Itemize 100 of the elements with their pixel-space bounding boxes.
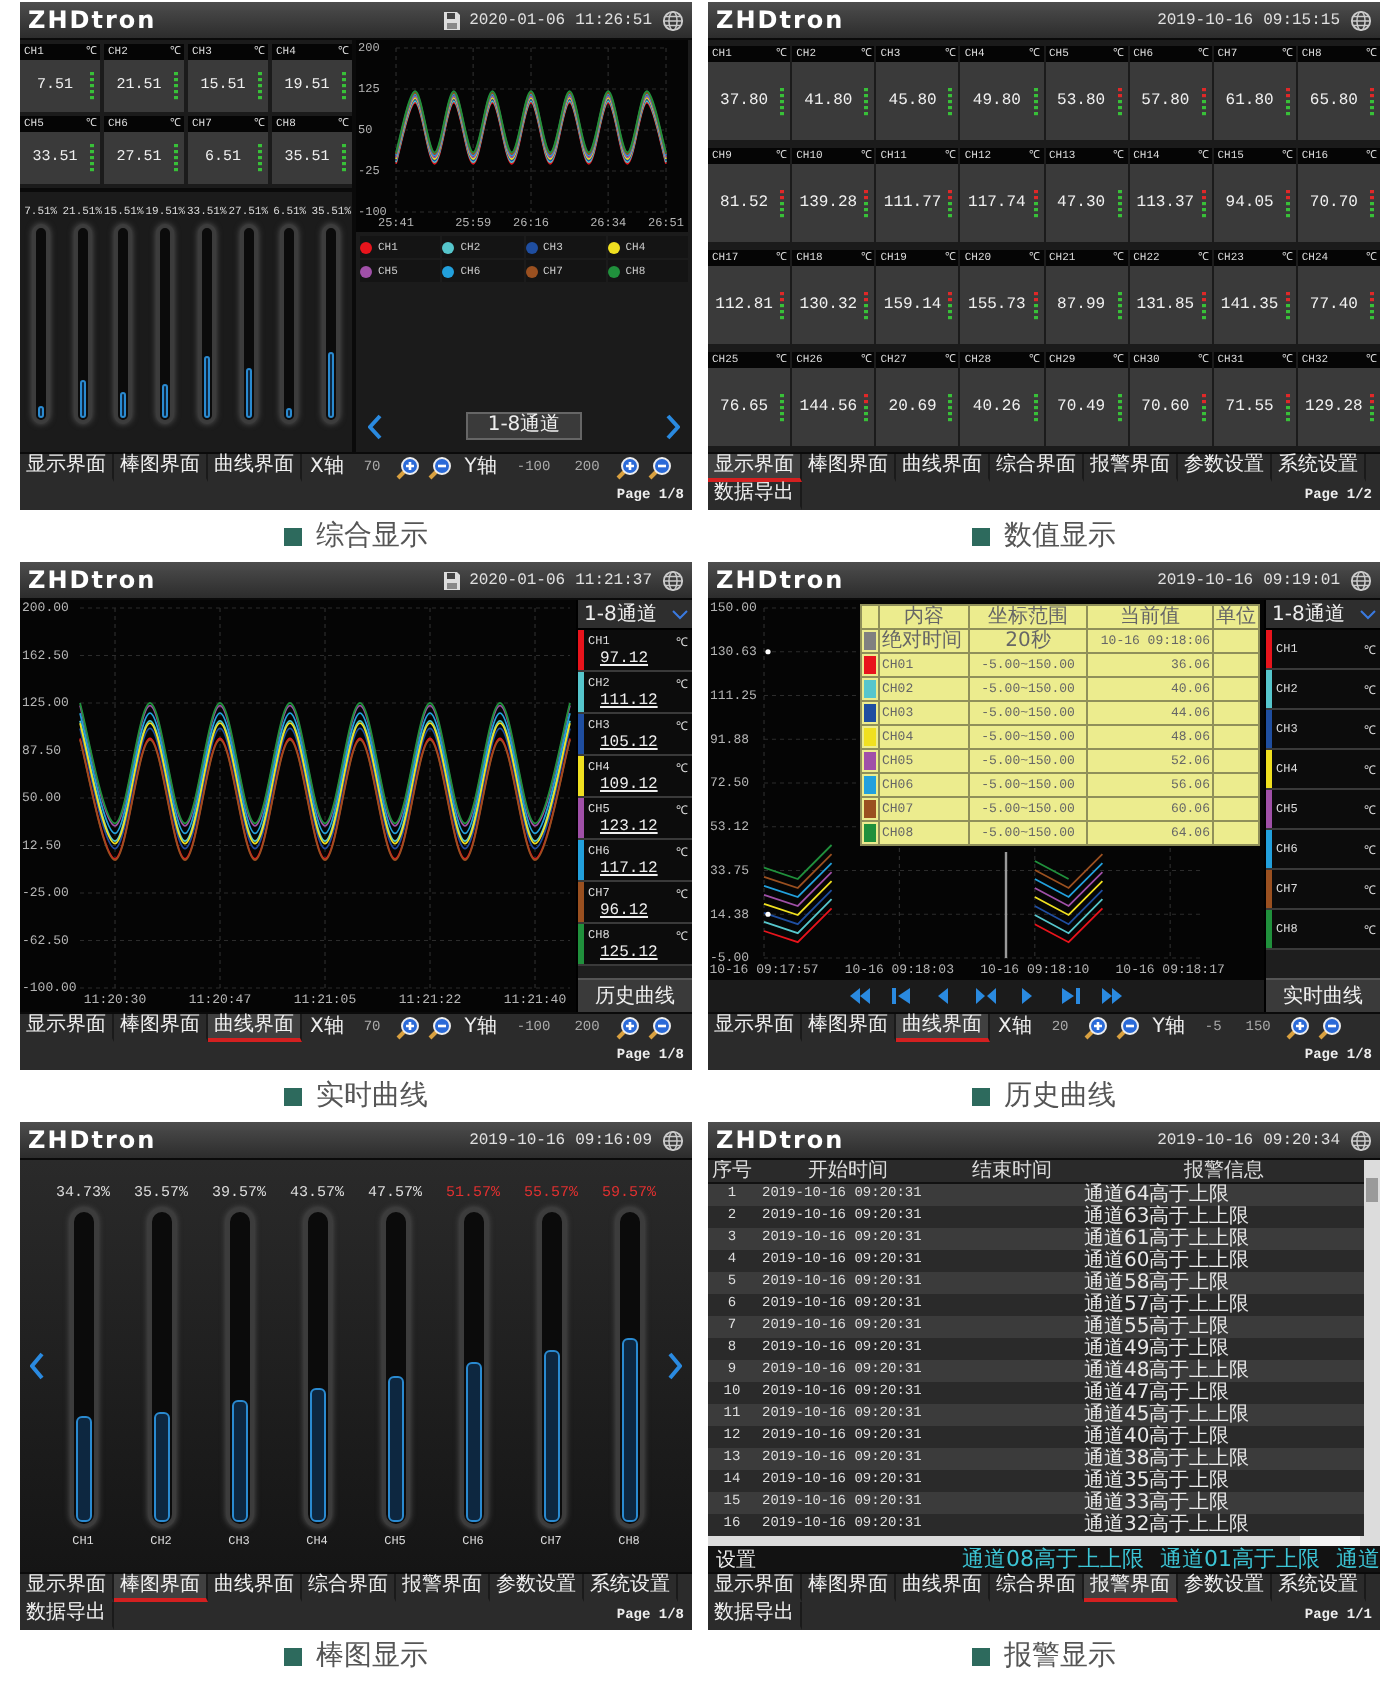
zoom-out-icon[interactable]: [428, 456, 453, 480]
axis-label: Y轴: [1150, 1014, 1187, 1042]
nav-tab[interactable]: 参数设置: [1178, 454, 1272, 482]
zoom-in-icon[interactable]: [615, 456, 640, 480]
chevron-right-icon[interactable]: [666, 413, 680, 439]
alarm-message-cell-text: 通道55高于上限: [1084, 1316, 1232, 1338]
nav-tab[interactable]: 曲线界面: [896, 1014, 990, 1042]
zoom-in-icon[interactable]: [1286, 1016, 1311, 1040]
channel-group-select[interactable]: 1-8通道: [578, 600, 692, 630]
nav-tab[interactable]: 显示界面: [708, 454, 802, 482]
chevron-left-icon[interactable]: [30, 1352, 44, 1380]
zoom-out-icon[interactable]: [428, 1016, 453, 1040]
square-bullet-icon: [284, 527, 302, 545]
axis-label: X轴: [308, 454, 346, 482]
column-header: 当前值: [1088, 606, 1212, 628]
zoom-out-icon[interactable]: [1318, 1016, 1343, 1040]
channel-value: 53.80: [1057, 92, 1106, 110]
chevron-left-icon[interactable]: [368, 413, 382, 439]
horizontal-scrollbar[interactable]: [708, 1536, 1380, 1546]
channel-value: 123.12: [598, 817, 660, 835]
date-text: 2019-10-16: [1157, 11, 1254, 29]
nav-tab[interactable]: 显示界面: [20, 1014, 114, 1042]
nav-tab[interactable]: 显示界面: [708, 1574, 802, 1602]
alarm-message-cell-text: 通道33高于上限: [1084, 1492, 1230, 1514]
zoom-out-icon[interactable]: [647, 1016, 672, 1040]
caption: 棒图显示: [316, 1638, 428, 1674]
nav-tab[interactable]: 棒图界面: [114, 454, 208, 482]
nav-tab[interactable]: 数据导出: [708, 1602, 802, 1630]
channel-value: 70.70: [1309, 194, 1358, 212]
time-text: 09:20:34: [1263, 1131, 1340, 1149]
caption: 实时曲线: [316, 1078, 428, 1114]
nav-tab[interactable]: 棒图界面: [802, 1574, 896, 1602]
nav-tab[interactable]: 报警界面: [1084, 454, 1178, 482]
alarm-message-cell-text: 通道60高于上上限: [1084, 1250, 1252, 1272]
nav-tab[interactable]: 综合界面: [990, 454, 1084, 482]
globe-icon[interactable]: [1350, 1129, 1372, 1151]
time-text: 09:19:01: [1263, 571, 1340, 589]
zoom-in-icon[interactable]: [615, 1016, 640, 1040]
zoom-in-icon[interactable]: [1084, 1016, 1109, 1040]
square-bullet-icon: [284, 1087, 302, 1105]
vertical-scrollbar[interactable]: [1364, 1160, 1380, 1536]
rewind-icon[interactable]: [848, 986, 872, 1006]
zoom-out-icon[interactable]: [647, 456, 672, 480]
channel-value: 37.80: [720, 92, 769, 110]
globe-icon[interactable]: [662, 9, 684, 31]
chevron-right-icon[interactable]: [668, 1352, 682, 1380]
channel-group-button[interactable]: 1-8通道: [465, 412, 583, 440]
nav-tab[interactable]: 系统设置: [584, 1574, 678, 1602]
nav-tab[interactable]: 棒图界面: [802, 454, 896, 482]
globe-icon[interactable]: [662, 569, 684, 591]
nav-tab[interactable]: 显示界面: [708, 1014, 802, 1042]
fast-forward-icon[interactable]: [1100, 986, 1124, 1006]
skip-back-icon[interactable]: [890, 986, 914, 1006]
caption: 综合显示: [316, 518, 428, 554]
nav-tab[interactable]: 显示界面: [20, 1574, 114, 1602]
nav-tab[interactable]: 曲线界面: [208, 1014, 302, 1042]
nav-tab[interactable]: 综合界面: [990, 1574, 1084, 1602]
nav-tab[interactable]: 综合界面: [302, 1574, 396, 1602]
date-text: 2019-10-16: [469, 1131, 566, 1149]
nav-tab[interactable]: 参数设置: [1178, 1574, 1272, 1602]
logo: ZHDtron: [28, 566, 157, 594]
channel-value: 40.26: [972, 398, 1021, 416]
channel-value: 96.12: [598, 901, 651, 919]
channel-value: 129.28: [1305, 398, 1363, 416]
alarm-message-cell-text: 通道58高于上限: [1084, 1272, 1230, 1294]
zoom-out-icon[interactable]: [1116, 1016, 1141, 1040]
nav-tab[interactable]: 数据导出: [708, 482, 802, 510]
settings-label[interactable]: 设置: [716, 1546, 756, 1572]
nav-tab[interactable]: 显示界面: [20, 454, 114, 482]
nav-tab[interactable]: 系统设置: [1272, 454, 1366, 482]
cursor-line[interactable]: [1004, 852, 1008, 958]
nav-tab[interactable]: 报警界面: [1084, 1574, 1178, 1602]
globe-icon[interactable]: [1350, 569, 1372, 591]
nav-tab[interactable]: 棒图界面: [114, 1574, 208, 1602]
globe-icon[interactable]: [662, 1129, 684, 1151]
nav-tab[interactable]: 系统设置: [1272, 1574, 1366, 1602]
nav-tab[interactable]: 棒图界面: [802, 1014, 896, 1042]
zoom-in-icon[interactable]: [396, 456, 421, 480]
channel-value: 144.56: [799, 398, 858, 416]
table-cell: 绝对时间: [880, 630, 968, 652]
skip-forward-icon[interactable]: [1058, 986, 1082, 1006]
nav-tab[interactable]: 参数设置: [490, 1574, 584, 1602]
globe-icon[interactable]: [1350, 9, 1372, 31]
channel-value: 49.80: [972, 92, 1021, 110]
switch-view-button[interactable]: 实时曲线: [1266, 978, 1380, 1012]
alarm-message-cell-text: 通道45高于上上限: [1084, 1404, 1252, 1426]
switch-view-button[interactable]: 历史曲线: [578, 978, 692, 1012]
nav-tab[interactable]: 数据导出: [20, 1602, 114, 1630]
zoom-in-icon[interactable]: [396, 1016, 421, 1040]
nav-tab[interactable]: 报警界面: [396, 1574, 490, 1602]
center-icon[interactable]: [974, 986, 998, 1006]
nav-tab[interactable]: 棒图界面: [114, 1014, 208, 1042]
column-header: 单位: [1214, 606, 1258, 628]
channel-value: 117.12: [598, 859, 660, 877]
channel-value: 139.28: [799, 194, 858, 212]
marker-dot: [765, 649, 771, 655]
channel-value: 65.80: [1309, 92, 1358, 110]
channel-value: 76.65: [720, 398, 769, 416]
channel-group-select[interactable]: 1-8通道: [1266, 600, 1380, 630]
time-text: 11:21:37: [575, 571, 652, 589]
